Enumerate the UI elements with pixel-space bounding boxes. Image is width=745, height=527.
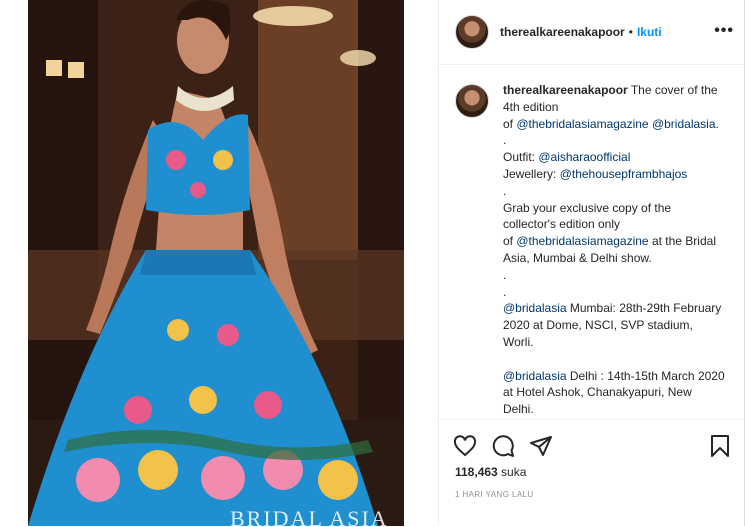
follow-button[interactable]: Ikuti: [637, 25, 662, 39]
likes-count[interactable]: 118,463 suka: [455, 465, 526, 479]
photo-illustration: [28, 0, 404, 526]
caption-username[interactable]: therealkareenakapoor: [503, 83, 628, 97]
mention-link[interactable]: @aisharaoofficial: [538, 150, 630, 164]
mention-link[interactable]: @bridalasia: [503, 369, 567, 383]
caption-line: @bridalasia Mumbai: 28th-29th February 2…: [503, 300, 725, 350]
instagram-post: BRIDAL ASIA therealkareenakapoor • Ikuti…: [0, 0, 745, 526]
mention-link[interactable]: @bridalasia: [652, 117, 716, 131]
bookmark-icon[interactable]: [708, 434, 732, 463]
share-icon[interactable]: [529, 434, 553, 463]
caption-row: therealkareenakapoor The cover of the 4t…: [439, 64, 744, 418]
caption-line: .: [503, 183, 725, 200]
heart-icon[interactable]: [453, 434, 477, 463]
likes-number: 118,463: [455, 465, 498, 479]
more-options-icon[interactable]: •••: [714, 22, 734, 40]
caption-text: of: [503, 234, 517, 249]
caption-text: .: [503, 284, 507, 299]
post-photo[interactable]: BRIDAL ASIA: [28, 0, 404, 526]
post-side-panel: therealkareenakapoor • Ikuti ••• thereal…: [438, 0, 744, 526]
caption-line: Jewellery: @thehousepframbhajos: [503, 166, 725, 183]
caption-line: .: [503, 267, 725, 284]
post-header: therealkareenakapoor • Ikuti •••: [439, 0, 744, 65]
caption-text: Grab your exclusive copy of the collecto…: [503, 200, 672, 232]
post-caption: therealkareenakapoor The cover of the 4t…: [503, 82, 725, 418]
header-separator: •: [628, 25, 633, 39]
likes-label: suka: [497, 465, 527, 479]
caption-line: @bridalasia Delhi : 14th-15th March 2020…: [503, 368, 725, 418]
mention-link[interactable]: @thebridalasiamagazine: [516, 234, 648, 248]
caption-text: .: [503, 267, 507, 282]
mention-link[interactable]: @thebridalasiamagazine: [516, 117, 648, 131]
post-actions: 118,463 suka 1 HARI YANG LALU: [439, 419, 744, 527]
mention-link[interactable]: @bridalasia: [503, 301, 567, 315]
photo-watermark: BRIDAL ASIA: [230, 506, 389, 526]
comment-icon[interactable]: [491, 434, 515, 463]
author-avatar[interactable]: [455, 15, 489, 49]
caption-avatar[interactable]: [455, 84, 489, 118]
caption-line: of @thebridalasiamagazine @bridalasia. .: [503, 116, 725, 150]
caption-text: .: [503, 183, 507, 198]
caption-line: Outfit: @aisharaoofficial: [503, 149, 725, 166]
post-timestamp[interactable]: 1 HARI YANG LALU: [455, 490, 534, 499]
caption-line: .: [503, 284, 725, 301]
action-bar: [453, 434, 732, 460]
mention-link[interactable]: @thehousepframbhajos: [560, 167, 688, 181]
author-username[interactable]: therealkareenakapoor: [500, 25, 625, 39]
caption-line: of @thebridalasiamagazine at the Bridal …: [503, 233, 725, 267]
caption-line: Grab your exclusive copy of the collecto…: [503, 200, 725, 234]
caption-line: therealkareenakapoor The cover of the 4t…: [503, 82, 725, 116]
caption-text: of: [503, 116, 517, 131]
caption-text: Outfit:: [503, 150, 539, 165]
comments-area[interactable]: therealkareenakapoor The cover of the 4t…: [439, 64, 744, 419]
caption-text: Jewellery:: [503, 166, 560, 181]
